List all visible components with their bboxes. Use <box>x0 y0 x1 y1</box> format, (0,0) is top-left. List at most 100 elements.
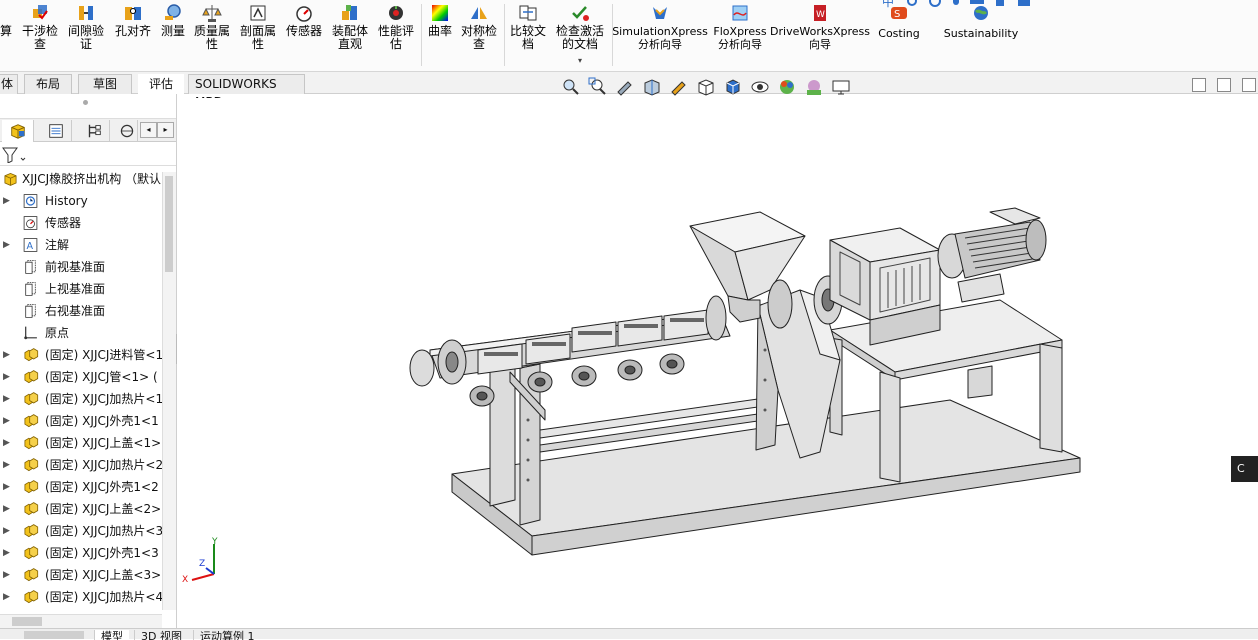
tree-item[interactable]: ▶ (固定) XJJCJ进料管<1 <box>0 344 162 366</box>
tree-item[interactable]: ▶ (固定) XJJCJ外壳1<1 <box>0 410 162 432</box>
scroll-left-icon[interactable]: ◂ <box>140 122 157 138</box>
tab-property-manager[interactable] <box>40 120 72 142</box>
tree-item[interactable]: ▶ (固定) XJJCJ上盖<3> <box>0 564 162 586</box>
check-active-document-button[interactable]: 检查激活 的文档 ▾ <box>552 0 608 72</box>
interference-check-button[interactable]: 干涉检 查 <box>20 0 60 72</box>
viewport-restore-icon[interactable] <box>1192 78 1206 92</box>
expand-arrow-icon[interactable]: ▶ <box>3 432 11 454</box>
display-style-icon[interactable] <box>722 77 744 97</box>
ime-toolbar-icons[interactable]: 中 <box>880 0 1055 12</box>
tab-evaluate[interactable]: 评估 <box>138 74 184 94</box>
edit-appearance-icon[interactable] <box>776 77 798 97</box>
mass-properties-button[interactable]: 质量属 性 <box>192 0 232 72</box>
tree-horizontal-scrollbar[interactable] <box>0 614 162 628</box>
hide-show-items-icon[interactable] <box>749 77 771 97</box>
section-properties-icon <box>250 5 266 21</box>
tree-item-label: (固定) XJJCJ加热片<2 <box>45 458 162 472</box>
tree-item-label: 原点 <box>45 326 70 340</box>
tree-item[interactable]: ▶ (固定) XJJCJ加热片<4 <box>0 586 162 608</box>
part-icon <box>22 589 39 605</box>
curvature-button[interactable]: 曲率 <box>425 0 455 72</box>
tree-item[interactable]: 原点 <box>0 322 162 344</box>
clearance-verify-button[interactable]: 间隙验 证 <box>66 0 106 72</box>
graphics-area[interactable]: Y X Z C <box>177 98 1258 628</box>
driveworksxpress-button[interactable]: W DriveWorksXpress 向导 <box>770 0 870 72</box>
previous-view-icon[interactable] <box>614 77 636 97</box>
expand-arrow-icon[interactable]: ▶ <box>3 234 11 256</box>
zoom-to-area-icon[interactable] <box>587 77 609 97</box>
tree-vertical-scrollbar[interactable] <box>162 172 176 610</box>
tree-item[interactable]: ▶ (固定) XJJCJ加热片<2 <box>0 454 162 476</box>
tree-item[interactable]: ▶ History <box>0 190 162 212</box>
tab-body[interactable]: 体 <box>0 74 18 94</box>
expand-arrow-icon[interactable]: ▶ <box>3 190 11 212</box>
bottom-tab-scroll[interactable] <box>24 631 84 639</box>
expand-arrow-icon[interactable]: ▶ <box>3 542 11 564</box>
filter-bar <box>0 144 176 166</box>
dynamic-annotation-icon[interactable] <box>668 77 690 97</box>
zoom-to-fit-icon[interactable] <box>560 77 582 97</box>
scroll-right-icon[interactable]: ▸ <box>157 122 174 138</box>
tab-solidworks-mbd[interactable]: SOLIDWORKS MBD <box>188 74 305 109</box>
expand-arrow-icon[interactable]: ▶ <box>3 564 11 586</box>
tab-dimxpert-manager[interactable] <box>116 120 138 142</box>
expand-arrow-icon[interactable]: ▶ <box>3 410 11 432</box>
triad-z-label: Z <box>199 559 205 569</box>
tree-item[interactable]: ▶ (固定) XJJCJ外壳1<2 <box>0 476 162 498</box>
tree-item[interactable]: 上视基准面 <box>0 278 162 300</box>
part-icon <box>22 369 39 385</box>
apply-scene-icon[interactable] <box>803 77 825 97</box>
performance-evaluation-button[interactable]: 性能评 估 <box>376 0 416 72</box>
tree-item[interactable]: ▶ (固定) XJJCJ加热片<3 <box>0 520 162 542</box>
tree-item[interactable]: ▶ (固定) XJJCJ上盖<2> <box>0 498 162 520</box>
simulationxpress-button[interactable]: SimulationXpress 分析向导 <box>612 0 708 72</box>
tab-configuration-manager[interactable] <box>78 120 110 142</box>
scrollbar-thumb[interactable] <box>12 617 42 626</box>
expand-arrow-icon[interactable]: ▶ <box>3 366 11 388</box>
tree-item[interactable]: 前视基准面 <box>0 256 162 278</box>
viewport-close-icon[interactable] <box>1242 78 1256 92</box>
tree-item[interactable]: ▶ (固定) XJJCJ管<1> ( <box>0 366 162 388</box>
panel-grip[interactable] <box>83 100 88 105</box>
tab-feature-manager[interactable] <box>2 120 34 142</box>
calc-button[interactable]: 算 <box>0 0 12 72</box>
expand-arrow-icon[interactable]: ▶ <box>3 586 11 608</box>
floxpress-button[interactable]: FloXpress 分析向导 <box>710 0 770 72</box>
view-orientation-icon[interactable] <box>695 77 717 97</box>
scrollbar-thumb[interactable] <box>165 176 173 272</box>
part-icon <box>22 501 39 517</box>
hole-align-button[interactable]: 孔对齐 <box>112 0 154 72</box>
measure-button[interactable]: 测量 <box>158 0 188 72</box>
expand-arrow-icon[interactable]: ▶ <box>3 520 11 542</box>
sensor-button[interactable]: 传感器 <box>284 0 324 72</box>
tree-item[interactable]: ▶ (固定) XJJCJ外壳1<3 <box>0 542 162 564</box>
tree-item[interactable]: 右视基准面 <box>0 300 162 322</box>
tree-item[interactable]: ▶ (固定) XJJCJ加热片<1 <box>0 388 162 410</box>
tree-item-label: 传感器 <box>45 216 82 230</box>
expand-arrow-icon[interactable]: ▶ <box>3 344 11 366</box>
symmetry-check-icon <box>471 7 487 19</box>
tab-sketch[interactable]: 草图 <box>78 74 132 94</box>
task-pane-toggle[interactable]: C <box>1231 456 1258 482</box>
expand-arrow-icon[interactable]: ▶ <box>3 454 11 476</box>
tab-layout[interactable]: 布局 <box>24 74 72 94</box>
section-properties-button[interactable]: 剖面属 性 <box>238 0 278 72</box>
compare-documents-button[interactable]: 比较文 档 <box>508 0 548 72</box>
expand-arrow-icon[interactable]: ▶ <box>3 388 11 410</box>
symmetry-check-button[interactable]: 对称检 查 <box>459 0 499 72</box>
costing-label: Costing <box>878 27 920 40</box>
expand-arrow-icon[interactable]: ▶ <box>3 476 11 498</box>
viewport-maximize-icon[interactable] <box>1217 78 1231 92</box>
svg-text:中: 中 <box>882 0 894 9</box>
view-settings-icon[interactable] <box>830 77 852 97</box>
expand-arrow-icon[interactable]: ▶ <box>3 498 11 520</box>
tree-root-assembly[interactable]: XJJCJ橡胶挤出机构 （默认 <box>0 168 162 190</box>
dropdown-arrow-icon[interactable]: ▾ <box>578 54 582 67</box>
tree-item[interactable]: ▶ (固定) XJJCJ上盖<1> <box>0 432 162 454</box>
tree-item[interactable]: 传感器 <box>0 212 162 234</box>
tree-item[interactable]: ▶ A 注解 <box>0 234 162 256</box>
section-view-icon[interactable] <box>641 77 663 97</box>
assembly-visualization-button[interactable]: 装配体 直观 <box>330 0 370 72</box>
filter-icon[interactable] <box>2 147 26 163</box>
rubber-extruder-model[interactable] <box>177 98 1258 628</box>
